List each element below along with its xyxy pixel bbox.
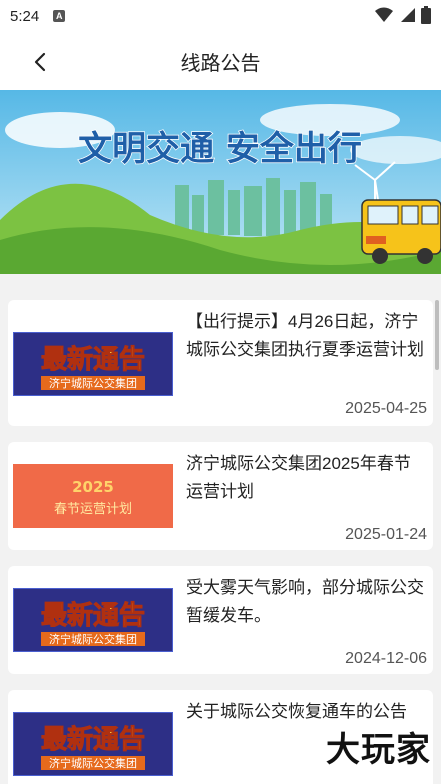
newest-notice-text: 最新通告	[41, 724, 145, 755]
scrollbar[interactable]	[435, 300, 439, 370]
notification-icon: A	[53, 10, 66, 22]
notice-date: 2025-04-25	[345, 400, 427, 417]
notice-title: 【出行提示】4月26日起，济宁城际公交集团执行夏季运营计划	[186, 312, 424, 359]
spring-plan-text: 春节运营计划	[54, 502, 132, 517]
notice-thumbnail: 最新通告 济宁城际公交集团	[13, 588, 173, 652]
company-text: 济宁城际公交集团	[49, 632, 137, 646]
banner-image: 文明交通 安全出行	[0, 90, 441, 274]
notice-date: 2025-01-24	[345, 526, 427, 543]
wifi-icon	[375, 7, 393, 22]
list-item[interactable]: 2025 春节运营计划 济宁城际公交集团2025年春节运营计划 2025-01-…	[8, 442, 433, 550]
status-bar: 5:24 A	[0, 0, 441, 32]
company-text: 济宁城际公交集团	[49, 756, 137, 770]
notice-list[interactable]: 最新通告 济宁城际公交集团 【出行提示】4月26日起，济宁城际公交集团执行夏季运…	[0, 274, 441, 784]
notice-thumbnail: 最新通告 济宁城际公交集团	[13, 712, 173, 776]
chevron-left-icon	[34, 52, 46, 72]
watermark: 大玩家	[326, 731, 431, 769]
newest-notice-text: 最新通告	[41, 344, 145, 375]
newest-notice-text: 最新通告	[41, 600, 145, 631]
notice-title: 受大雾天气影响，部分城际公交暂缓发车。	[186, 578, 424, 625]
battery-icon	[421, 6, 431, 24]
notice-title: 济宁城际公交集团2025年春节运营计划	[186, 454, 411, 501]
banner-slogan: 文明交通 安全出行	[78, 129, 362, 169]
app-header: 线路公告	[0, 32, 441, 90]
notice-thumbnail: 2025 春节运营计划	[13, 464, 173, 528]
year-text: 2025	[72, 478, 114, 496]
back-button[interactable]	[22, 44, 58, 80]
notice-thumbnail: 最新通告 济宁城际公交集团	[13, 332, 173, 396]
notice-date: 2024-12-06	[345, 650, 427, 667]
page-title: 线路公告	[180, 52, 261, 75]
status-icons	[375, 6, 431, 24]
status-time: 5:24	[10, 7, 40, 25]
list-item[interactable]: 最新通告 济宁城际公交集团 受大雾天气影响，部分城际公交暂缓发车。 2024-1…	[8, 566, 433, 674]
signal-icon	[401, 8, 415, 22]
company-text: 济宁城际公交集团	[49, 376, 137, 390]
list-item[interactable]: 最新通告 济宁城际公交集团 【出行提示】4月26日起，济宁城际公交集团执行夏季运…	[8, 300, 433, 426]
